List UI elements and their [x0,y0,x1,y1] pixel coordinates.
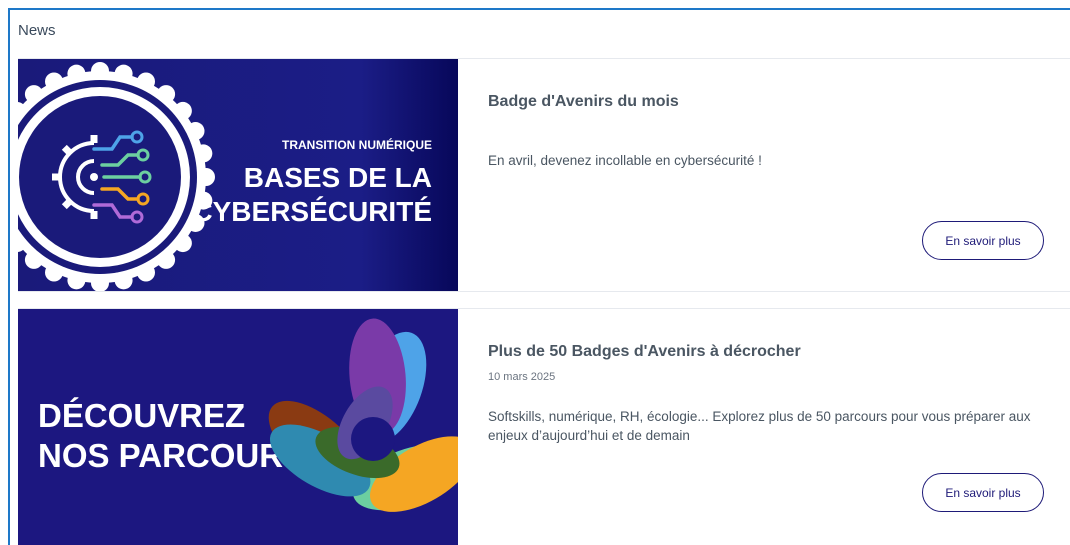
news-thumbnail[interactable]: TRANSITION NUMÉRIQUE BASES DE LA CYBERSÉCU… [18,59,458,291]
news-description: Softskills, numérique, RH, écologie... E… [488,409,1031,443]
banner-kicker: TRANSITION NUMÉRIQUE [282,137,432,152]
news-description: En avril, devenez incollable en cyberséc… [488,153,762,168]
banner-line1: BASES DE LA [244,162,432,193]
panel-title: News [18,22,56,39]
news-card: TRANSITION NUMÉRIQUE BASES DE LA CYBERSÉCU… [18,58,1070,292]
banner-line2: NOS PARCOURS [38,437,305,474]
banner-line2: CYBERSÉCURITÉ [192,196,432,227]
news-card-body: Badge d'Avenirs du mois En avril, devene… [488,59,1070,291]
news-date: 10 mars 2025 [488,371,556,383]
news-title[interactable]: Plus de 50 Badges d'Avenirs à décrocher [488,343,801,361]
news-card: DÉCOUVREZ NOS PARCOURS Plus de 50 Badges… [18,308,1070,545]
news-thumbnail[interactable]: DÉCOUVREZ NOS PARCOURS [18,309,458,545]
learn-more-button[interactable]: En savoir plus [922,221,1044,260]
learn-more-button[interactable]: En savoir plus [922,473,1044,512]
news-card-body: Plus de 50 Badges d'Avenirs à décrocher … [488,309,1070,545]
news-title[interactable]: Badge d'Avenirs du mois [488,93,679,111]
banner-line1: DÉCOUVREZ [38,397,245,434]
news-panel: News TRANSITION NUMÉRIQUE BASES DE LA CYBE… [8,8,1070,545]
parcours-banner: DÉCOUVREZ NOS PARCOURS [18,309,458,545]
cybersecurity-banner: TRANSITION NUMÉRIQUE BASES DE LACYBERSÉCU… [18,59,458,291]
